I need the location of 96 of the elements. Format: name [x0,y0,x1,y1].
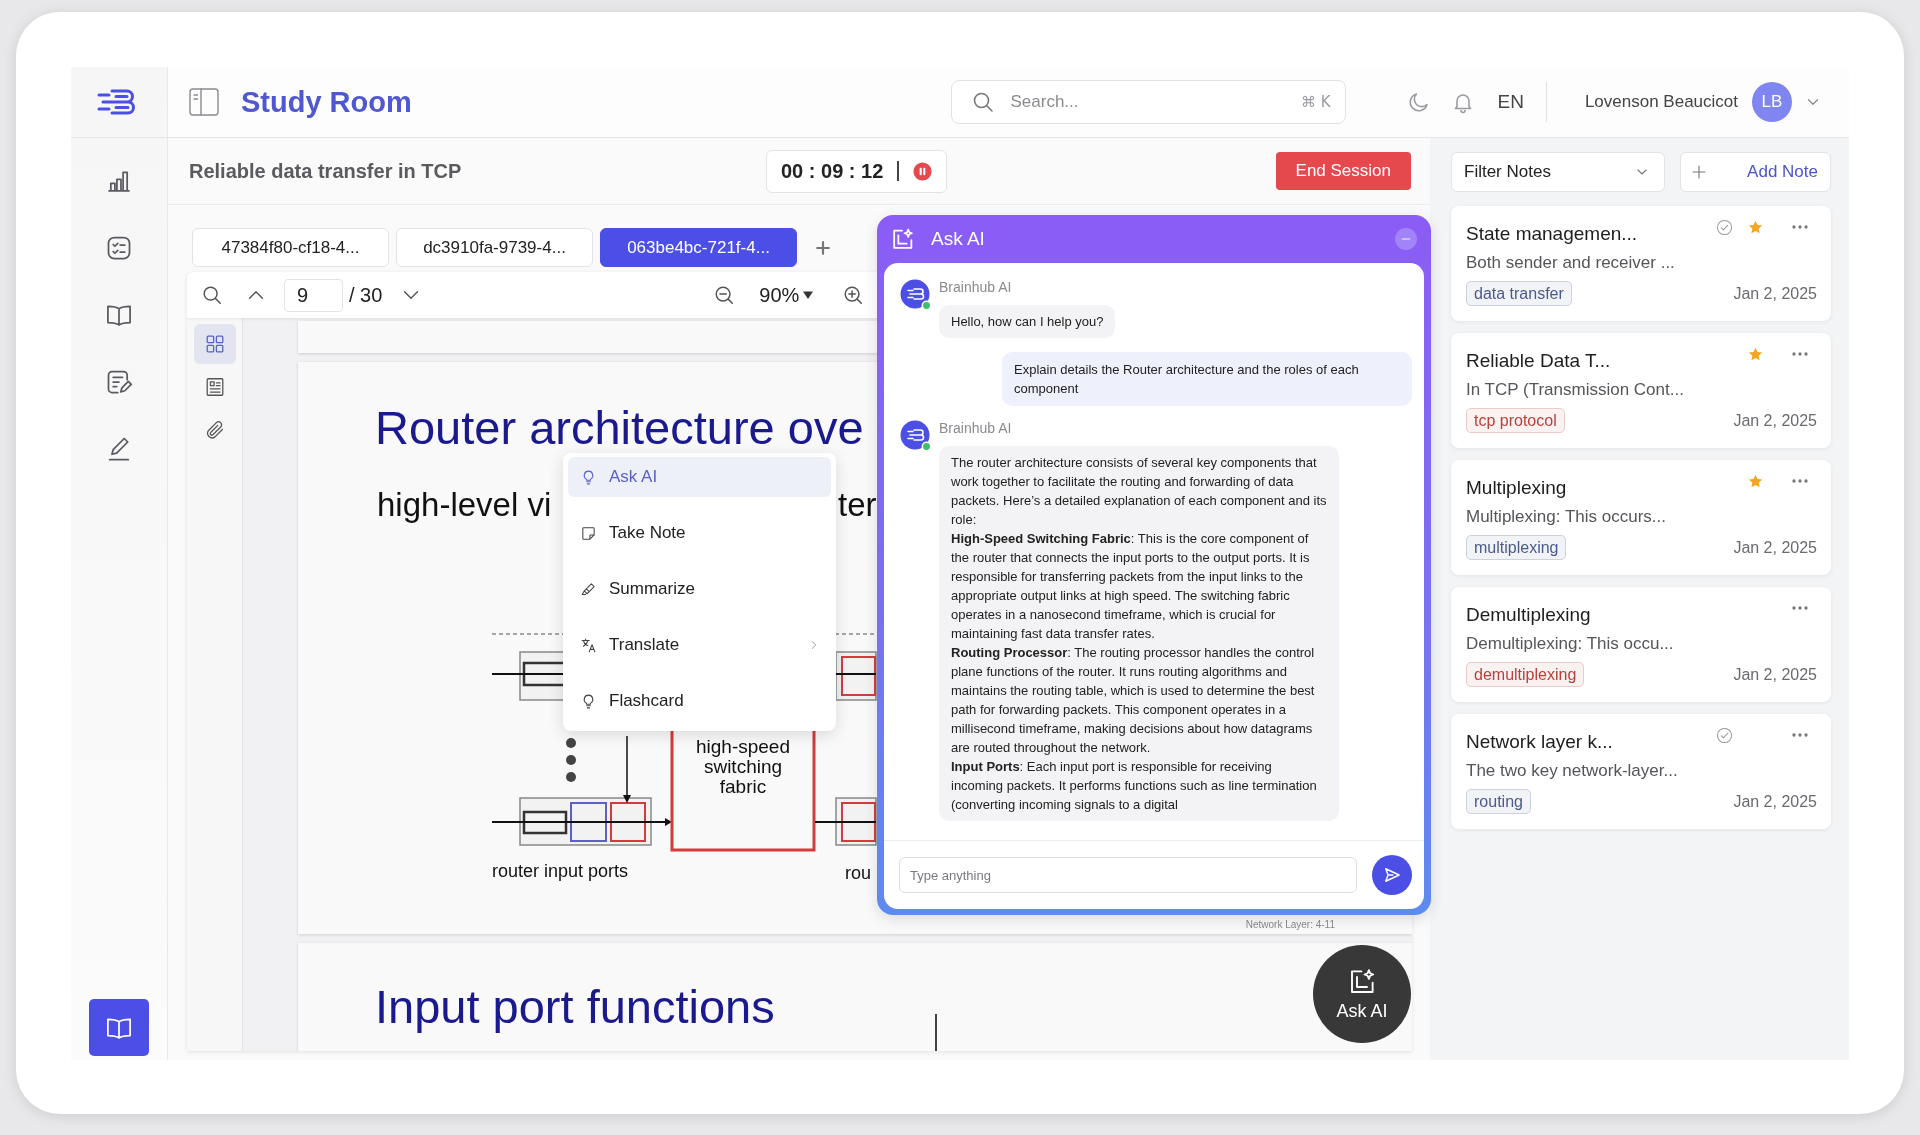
page-title: Study Room [241,85,412,119]
note-excerpt: The two key network-layer... [1466,760,1678,782]
user-name: Lovenson Beaucicot [1584,92,1738,112]
zoom-out-icon[interactable] [713,284,736,306]
translate-icon [580,636,597,654]
diagram-label: router input ports [492,861,629,881]
message-text: Routing Processor: The routing processor handles the control plane functions of the router. It runs routing algorithms and maintains the routing table, which is used to determine the best path for forwarding packets. This component operates in a millisecond timeframe, making decisions about how datagrams are routed throughout the network. [951,644,1316,757]
session-title: Reliable data transfer in TCP [189,159,462,183]
note-title: Multiplexing [1466,476,1567,500]
add-note-button[interactable]: Add Note [1680,152,1831,192]
note-tag: data transfer [1466,281,1572,306]
caret-icon [802,290,815,300]
sender-name: Brainhub AI [939,420,1012,436]
menu-item[interactable]: Translate [568,625,831,665]
zoom-select[interactable]: 90% [759,283,815,307]
note-card[interactable]: Reliable Data T... In TCP (Transmission Cont... tcp protocol Jan 2, 2025 [1451,333,1831,448]
document-tab[interactable]: dc3910fa-9739-4... [396,228,593,267]
document-tab[interactable]: 063be4bc-721f-4... [600,228,797,267]
menu-item[interactable]: Ask AI [568,457,831,497]
note-tag: routing [1466,789,1531,814]
note-excerpt: Demultiplexing: This occu... [1466,633,1674,655]
note-tag: multiplexing [1466,535,1567,560]
note-tag: tcp protocol [1466,408,1565,433]
message-text: High-Speed Switching Fabric: This is the core component of the router that connects the input ports to the output ports. It is responsible for transferring packets from the input links to the appropriate output links at high speed. The switching fabric operates in a nanosecond timeframe, which is crucial for maintaining fast data transfer rates. [951,530,1311,643]
plus-icon [1690,163,1708,181]
note-title: Reliable Data T... [1466,349,1611,373]
nav-button[interactable] [89,999,149,1056]
note-card[interactable]: State managemen... Both sender and receiver ... data transfer Jan 2, 2025 [1451,206,1831,321]
page-total: / 30 [349,283,383,307]
more-icon[interactable] [1791,605,1809,611]
panel-title: Ask AI [931,228,985,250]
note-excerpt: In TCP (Transmission Cont... [1466,379,1684,401]
ellipsis-dot [566,772,576,782]
slide-subtitle: ter [838,485,877,525]
message-text: Hello, how can I help you? [951,313,1104,331]
page-footer: Network Layer: 4-11 [1245,919,1335,931]
message-text: Input Ports: Each input port is responsible for receiving incoming packets. It performs functions such as line termination (converting incoming signals to a digital [951,758,1318,814]
menu-item[interactable]: Summarize [568,569,831,609]
ai-note-icon [890,226,915,252]
note-date: Jan 2, 2025 [1733,411,1817,430]
search-icon [971,90,996,114]
arrow [623,735,631,803]
output-port [835,797,877,846]
note-date: Jan 2, 2025 [1733,665,1817,684]
document-tab[interactable]: 47384f80-cf18-4... [192,228,389,267]
minus-icon [1401,237,1411,241]
checklist-icon [105,234,133,262]
highlighter-icon [580,580,597,598]
page-input[interactable]: 9 [284,278,343,312]
note-card[interactable]: Demultiplexing Demultiplexing: This occu... demultiplexing Jan 2, 2025 [1451,587,1831,702]
note-edit-icon [105,368,133,396]
more-icon[interactable] [1791,732,1809,738]
note-date: Jan 2, 2025 [1733,284,1817,303]
zoom-in-icon[interactable] [842,284,865,306]
diagram-label: rou [845,863,871,883]
note-title: Network layer k... [1466,730,1613,754]
more-icon[interactable] [1791,224,1809,230]
menu-item[interactable]: Take Note [568,513,831,553]
slide-subtitle: high-level vi [377,485,552,525]
note-excerpt: Both sender and receiver ... [1466,252,1675,274]
filter-dropdown[interactable]: Filter Notes [1451,152,1665,192]
slide-title: Router architecture ove [375,401,864,454]
note-card[interactable]: Multiplexing Multiplexing: This occurs... multiplexing Jan 2, 2025 [1451,460,1831,575]
shortcut-hint: ⌘ K [1300,92,1331,112]
fabric-label: high-speed switching fabric [696,736,790,797]
note-date: Jan 2, 2025 [1733,792,1817,811]
message-text: The router architecture consists of several key components that work together to facilitate the routing and forwarding of data packets. Here’s a detailed explanation of each component and its role: [951,454,1327,529]
send-icon [1382,865,1402,885]
ellipsis-dot [566,755,576,765]
more-icon[interactable] [1791,478,1809,484]
note-card[interactable]: Network layer k... The two key network-layer... routing Jan 2, 2025 [1451,714,1831,829]
sidebar-toggle-icon[interactable] [188,87,220,117]
note-title: State managemen... [1466,222,1638,246]
bot-avatar-icon [900,279,932,311]
sender-name: Brainhub AI [939,279,1012,295]
bot-avatar-icon [900,420,932,452]
end-session-button[interactable]: End Session [1275,152,1411,190]
search-icon[interactable] [201,284,223,306]
slide-title: Input port functions [375,980,775,1033]
note-tag: demultiplexing [1466,662,1585,687]
sticky-note-icon [580,524,597,542]
view-tool-button[interactable] [193,324,236,364]
note-excerpt: Multiplexing: This occurs... [1466,506,1666,528]
pause-icon[interactable] [912,161,932,181]
ellipsis-dot [566,738,576,748]
language-button[interactable]: EN [1497,91,1524,113]
chat-input[interactable]: Type anything [899,857,1357,893]
send-button[interactable] [1372,855,1412,895]
connector-line [814,821,877,823]
timer-display: 00 : 09 : 12 [781,159,884,183]
menu-item[interactable]: Flashcard [568,681,831,721]
note-title: Demultiplexing [1466,603,1591,627]
message-text: Explain details the Router architecture and the roles of each component [1014,361,1360,398]
text-cursor [935,1014,937,1051]
more-icon[interactable] [1791,351,1809,357]
note-date: Jan 2, 2025 [1733,538,1817,557]
